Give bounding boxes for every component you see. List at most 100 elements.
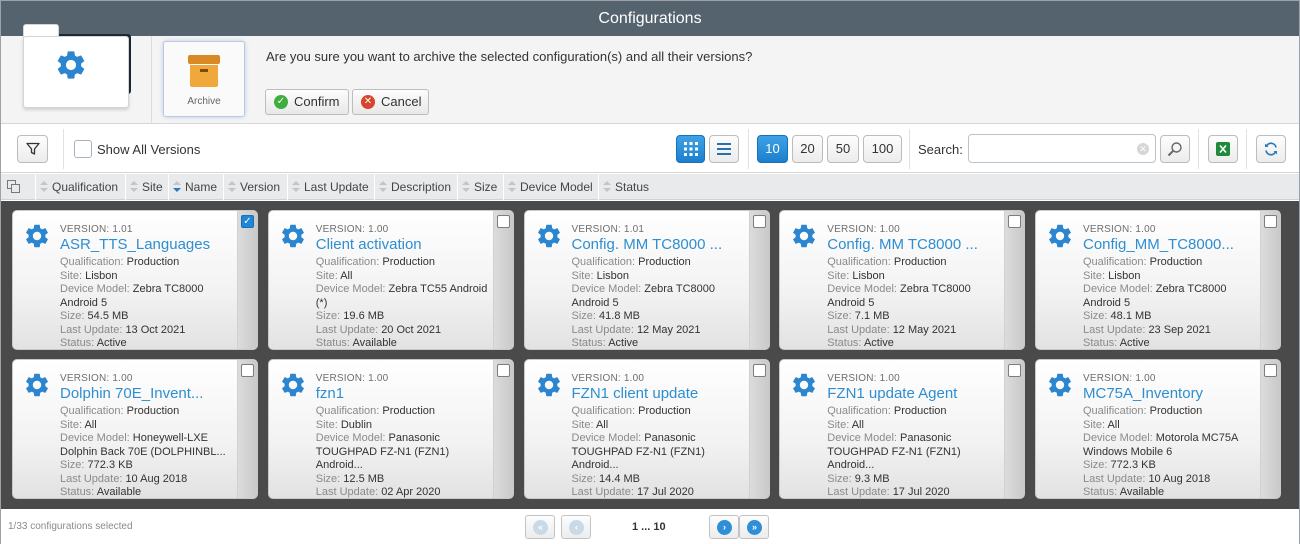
configuration-card[interactable]: VERSION: 1.00 Config_MM_TC8000... Qualific… (1035, 210, 1281, 350)
configuration-card[interactable]: VERSION: 1.01 Config. MM TC8000 ... Qualif… (523, 210, 770, 350)
column-status[interactable]: Status (598, 174, 658, 200)
confirm-button[interactable]: ✓ Confirm (265, 89, 349, 115)
column-site[interactable]: Site (125, 174, 167, 200)
card-last-update: Last Update: 17 Jul 2020 (571, 486, 694, 498)
grid-view-button[interactable] (676, 135, 705, 163)
column-device-model[interactable]: Device Model (503, 174, 595, 200)
card-version: VERSION: 1.00 (315, 373, 389, 384)
column-last-update[interactable]: Last Update (287, 174, 371, 200)
card-side-strip (1260, 360, 1280, 498)
card-size: Size: 9.3 MB (827, 472, 890, 485)
window-title: Configurations (1, 1, 1299, 36)
configuration-card[interactable]: VERSION: 1.00 fzn1 Qualification: Producti… (267, 359, 514, 499)
column-size[interactable]: Size (457, 174, 501, 200)
next-page-icon: › (717, 520, 732, 535)
card-select-checkbox[interactable] (752, 215, 766, 228)
filter-icon (25, 142, 40, 155)
card-size: Size: 14.4 MB (571, 472, 641, 485)
column-sort-bar: Qualification Site Name Version Last Upd… (1, 174, 1299, 200)
card-title[interactable]: Client activation (316, 236, 491, 253)
export-excel-button[interactable] (1208, 135, 1238, 163)
last-page-button[interactable]: » (739, 515, 769, 539)
list-view-button[interactable] (709, 135, 739, 163)
card-device-model: Device Model: Zebra TC55 Android (*) (315, 283, 488, 309)
gear-icon (793, 373, 816, 397)
column-description[interactable]: Description (374, 174, 454, 200)
last-page-icon: » (747, 520, 762, 535)
configuration-card[interactable]: VERSION: 1.00 FZN1 client update Qualifica… (523, 359, 770, 499)
previous-page-button[interactable]: ‹ (561, 515, 591, 539)
page-size-10-button[interactable]: 10 (757, 135, 788, 163)
configuration-card[interactable]: VERSION: 1.00 FZN1 update Agent Qualificat… (779, 359, 1026, 499)
card-version: VERSION: 1.00 (1083, 224, 1156, 235)
toolbar: Show All Versions 10 20 50 100 Search: ✕ (1, 125, 1299, 173)
column-name[interactable]: Name (168, 174, 220, 200)
card-site: Site: All (315, 269, 353, 282)
page-size-20-button[interactable]: 20 (792, 135, 823, 163)
archive-button[interactable]: Archive (163, 41, 245, 117)
configurations-grid: ✓ VERSION: 1.01 ASR_TTS_Languages Qualifica… (1, 201, 1299, 509)
card-title[interactable]: FZN1 update Agent (827, 385, 1002, 402)
card-site: Site: All (827, 418, 864, 431)
configuration-card[interactable]: VERSION: 1.00 Dolphin 70E_Invent... Qualif… (12, 359, 258, 499)
toolbar-divider (748, 129, 749, 169)
column-label: Description (391, 180, 452, 194)
configuration-card[interactable]: VERSION: 1.00 MC75A_Inventory Qualificatio… (1035, 359, 1281, 499)
card-status: Status: Available (60, 486, 142, 498)
card-status: Status: Active (60, 337, 127, 349)
configuration-card[interactable]: VERSION: 1.00 Config. MM TC8000 ... Qualif… (779, 210, 1026, 350)
card-select-checkbox[interactable] (1264, 215, 1277, 228)
first-page-button[interactable]: « (525, 515, 555, 539)
card-site: Site: Lisbon (571, 269, 630, 282)
search-label: Search: (918, 142, 963, 157)
search-button[interactable] (1160, 135, 1190, 163)
column-qualification[interactable]: Qualification (35, 174, 121, 200)
card-side-strip (1260, 211, 1280, 349)
card-title[interactable]: FZN1 client update (572, 385, 747, 402)
column-label: Device Model (520, 180, 593, 194)
card-select-checkbox[interactable] (1264, 364, 1277, 377)
card-title[interactable]: Config. MM TC8000 ... (827, 236, 1002, 253)
card-title[interactable]: MC75A_Inventory (1083, 385, 1258, 402)
toolbar-divider (63, 129, 64, 169)
refresh-icon (1265, 142, 1277, 156)
configuration-card[interactable]: VERSION: 1.00 Client activation Qualificat… (267, 210, 514, 350)
card-last-update: Last Update: 23 Sep 2021 (1083, 323, 1211, 336)
card-title[interactable]: Config. MM TC8000 ... (572, 236, 747, 253)
card-site: Site: All (1083, 418, 1120, 431)
card-site: Site: Dublin (315, 418, 373, 431)
card-select-checkbox[interactable] (496, 215, 510, 228)
card-status: Status: Active (1083, 337, 1150, 349)
column-version[interactable]: Version (223, 174, 285, 200)
card-select-checkbox[interactable] (1008, 215, 1022, 228)
refresh-button[interactable] (1256, 135, 1286, 163)
archive-confirmation-panel: Archive Are you sure you want to archive… (1, 24, 1299, 124)
card-select-checkbox[interactable] (1008, 364, 1022, 377)
card-title[interactable]: ASR_TTS_Languages (60, 236, 235, 253)
card-device-model: Device Model: Panasonic TOUGHPAD FZ-N1 (… (315, 432, 450, 471)
configuration-card[interactable]: ✓ VERSION: 1.01 ASR_TTS_Languages Qualifica… (12, 210, 258, 350)
cancel-button[interactable]: ✕ Cancel (352, 89, 429, 115)
card-title[interactable]: fzn1 (316, 385, 491, 402)
card-title[interactable]: Config_MM_TC8000... (1083, 236, 1258, 253)
show-all-versions-checkbox[interactable] (74, 140, 92, 158)
column-label: Site (142, 180, 163, 194)
card-last-update: Last Update: 12 May 2021 (827, 323, 957, 336)
card-title[interactable]: Dolphin 70E_Invent... (60, 385, 235, 402)
card-side-strip (492, 211, 513, 349)
clear-search-icon[interactable]: ✕ (1137, 143, 1149, 155)
card-select-checkbox[interactable] (241, 364, 254, 377)
next-page-button[interactable]: › (709, 515, 739, 539)
card-select-checkbox[interactable]: ✓ (241, 215, 254, 228)
card-select-checkbox[interactable] (496, 364, 510, 377)
multi-select-icon[interactable] (7, 180, 21, 194)
filter-button[interactable] (17, 135, 48, 163)
search-input[interactable] (968, 134, 1156, 163)
configurations-window: Configurations Archive Are you sure you … (0, 0, 1300, 544)
card-select-checkbox[interactable] (752, 364, 766, 377)
archive-question: Are you sure you want to archive the sel… (266, 49, 753, 64)
page-size-100-button[interactable]: 100 (863, 135, 902, 163)
page-size-50-button[interactable]: 50 (827, 135, 859, 163)
card-side-strip (237, 360, 257, 498)
cancel-icon: ✕ (361, 95, 375, 109)
